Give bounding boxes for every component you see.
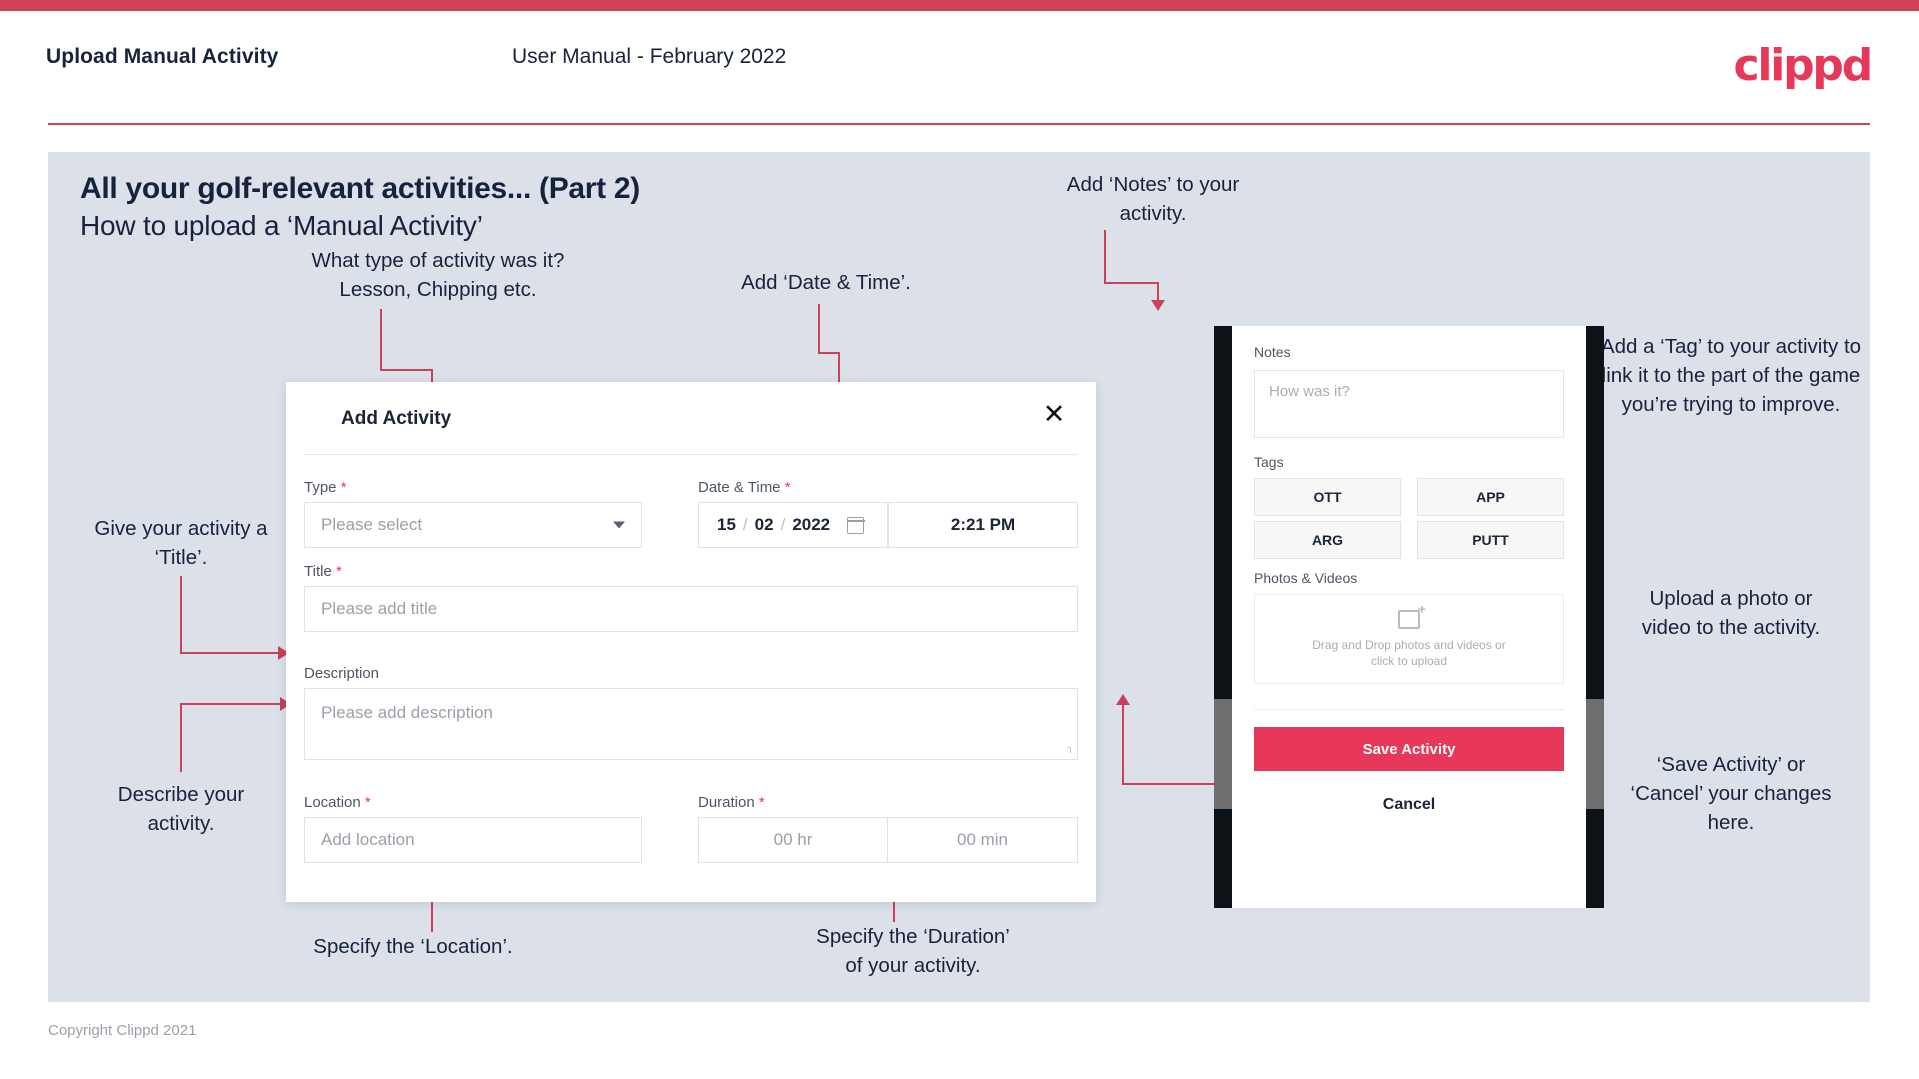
- connector-notes-v2: [1157, 282, 1159, 302]
- connector-type-v1: [380, 309, 382, 371]
- datetime-required-marker: *: [784, 479, 791, 496]
- header-divider: [48, 123, 1870, 125]
- photos-videos-label: Photos & Videos: [1254, 570, 1358, 586]
- close-icon[interactable]: ✕: [1036, 396, 1072, 432]
- tag-button-putt[interactable]: PUTT: [1417, 521, 1564, 559]
- duration-hours-input[interactable]: 00 hr: [698, 817, 888, 863]
- location-input[interactable]: Add location: [304, 817, 642, 863]
- type-required-marker: *: [340, 479, 347, 496]
- notes-textarea[interactable]: How was it?: [1254, 370, 1564, 438]
- duration-label: Duration *: [698, 794, 765, 811]
- header-subtitle: User Manual - February 2022: [512, 45, 787, 68]
- annotation-upload: Upload a photo or video to the activity.: [1641, 587, 1821, 639]
- phone-bezel-accent-left: [1214, 699, 1232, 809]
- chevron-down-icon: [613, 521, 625, 529]
- save-activity-button[interactable]: Save Activity: [1254, 727, 1564, 771]
- arrow-save-cancel: [1116, 694, 1130, 705]
- type-select[interactable]: Please select: [304, 502, 642, 548]
- phone-bezel-right: [1586, 326, 1604, 908]
- location-label: Location *: [304, 794, 371, 811]
- slide-heading: All your golf-relevant activities... (Pa…: [80, 172, 640, 205]
- dialog-title: Add Activity: [341, 408, 452, 429]
- title-label: Title *: [304, 563, 342, 580]
- connector-title-h: [180, 652, 280, 654]
- tag-button-app[interactable]: APP: [1417, 478, 1564, 516]
- date-month: 02: [754, 515, 774, 534]
- add-activity-dialog: Add Activity ✕ Type * Please select Date…: [286, 382, 1096, 902]
- slide-subheading: How to upload a ‘Manual Activity’: [80, 210, 483, 241]
- location-required-marker: *: [364, 794, 371, 811]
- date-sep-2: /: [780, 515, 786, 534]
- connector-dt-h: [818, 352, 840, 354]
- title-required-marker: *: [335, 563, 342, 580]
- connector-desc-h: [180, 703, 282, 705]
- connector-type-h: [380, 369, 432, 371]
- page-title: Upload Manual Activity: [46, 45, 279, 68]
- tags-label: Tags: [1254, 454, 1284, 470]
- annotation-title: Give your activity a ‘Title’.: [94, 517, 268, 569]
- upload-dropzone[interactable]: Drag and Drop photos and videos or click…: [1254, 594, 1564, 684]
- annotation-save-cancel: ‘Save Activity’ or ‘Cancel’ your changes…: [1630, 753, 1832, 834]
- connector-sc-v: [1122, 704, 1124, 784]
- description-placeholder: Please add description: [321, 703, 494, 722]
- phone-mockup: Notes How was it? Tags OTT APP ARG PUTT …: [1214, 326, 1604, 908]
- resize-grip-icon[interactable]: ⌐: [1063, 746, 1077, 753]
- time-input[interactable]: 2:21 PM: [888, 502, 1078, 548]
- annotation-datetime: Add ‘Date & Time’.: [741, 271, 911, 294]
- notes-placeholder: How was it?: [1269, 383, 1350, 400]
- footer-copyright: Copyright Clippd 2021: [48, 1022, 197, 1039]
- connector-desc-v: [180, 703, 182, 772]
- arrow-notes: [1151, 300, 1165, 311]
- connector-title-v: [180, 576, 182, 654]
- annotation-location: Specify the ‘Location’.: [313, 935, 513, 958]
- datetime-label: Date & Time *: [698, 479, 791, 496]
- date-sep-1: /: [742, 515, 748, 534]
- phone-divider: [1254, 709, 1564, 710]
- connector-dt-v1: [818, 304, 820, 354]
- notes-label: Notes: [1254, 344, 1291, 360]
- type-placeholder: Please select: [321, 515, 423, 534]
- annotation-type: What type of activity was it? Lesson, Ch…: [311, 249, 565, 301]
- annotation-tags: Add a ‘Tag’ to your activity to link it …: [1600, 335, 1862, 416]
- annotation-notes: Add ‘Notes’ to your activity.: [1066, 173, 1240, 225]
- top-accent-bar: [0, 0, 1919, 11]
- connector-notes-v1: [1104, 230, 1106, 284]
- cancel-button[interactable]: Cancel: [1254, 786, 1564, 824]
- tag-button-ott[interactable]: OTT: [1254, 478, 1401, 516]
- type-label: Type *: [304, 479, 347, 496]
- phone-screen: Notes How was it? Tags OTT APP ARG PUTT …: [1232, 326, 1586, 908]
- add-image-icon: [1398, 601, 1426, 629]
- tag-button-arg[interactable]: ARG: [1254, 521, 1401, 559]
- calendar-icon[interactable]: [846, 516, 865, 534]
- phone-bezel-left: [1214, 326, 1232, 908]
- date-year: 2022: [792, 515, 831, 534]
- annotation-description: Describe your activity.: [117, 783, 245, 835]
- date-day: 15: [717, 515, 736, 534]
- description-label: Description: [304, 665, 380, 682]
- duration-required-marker: *: [758, 794, 765, 811]
- description-textarea[interactable]: Please add description ⌐: [304, 688, 1078, 760]
- annotation-duration: Specify the ‘Duration’ of your activity.: [816, 925, 1010, 977]
- title-input[interactable]: Please add title: [304, 586, 1078, 632]
- phone-bezel-accent-right: [1586, 699, 1604, 809]
- upload-instructions: Drag and Drop photos and videos or click…: [1312, 637, 1506, 668]
- duration-minutes-input[interactable]: 00 min: [888, 817, 1078, 863]
- duration-group: 00 hr 00 min: [698, 817, 1078, 863]
- date-input[interactable]: 15 / 02 / 2022: [698, 502, 888, 548]
- clippd-logo: clippd: [1733, 40, 1873, 91]
- connector-notes-h: [1104, 282, 1159, 284]
- slide-page: Upload Manual Activity User Manual - Feb…: [0, 0, 1919, 1079]
- dialog-divider: [304, 454, 1078, 455]
